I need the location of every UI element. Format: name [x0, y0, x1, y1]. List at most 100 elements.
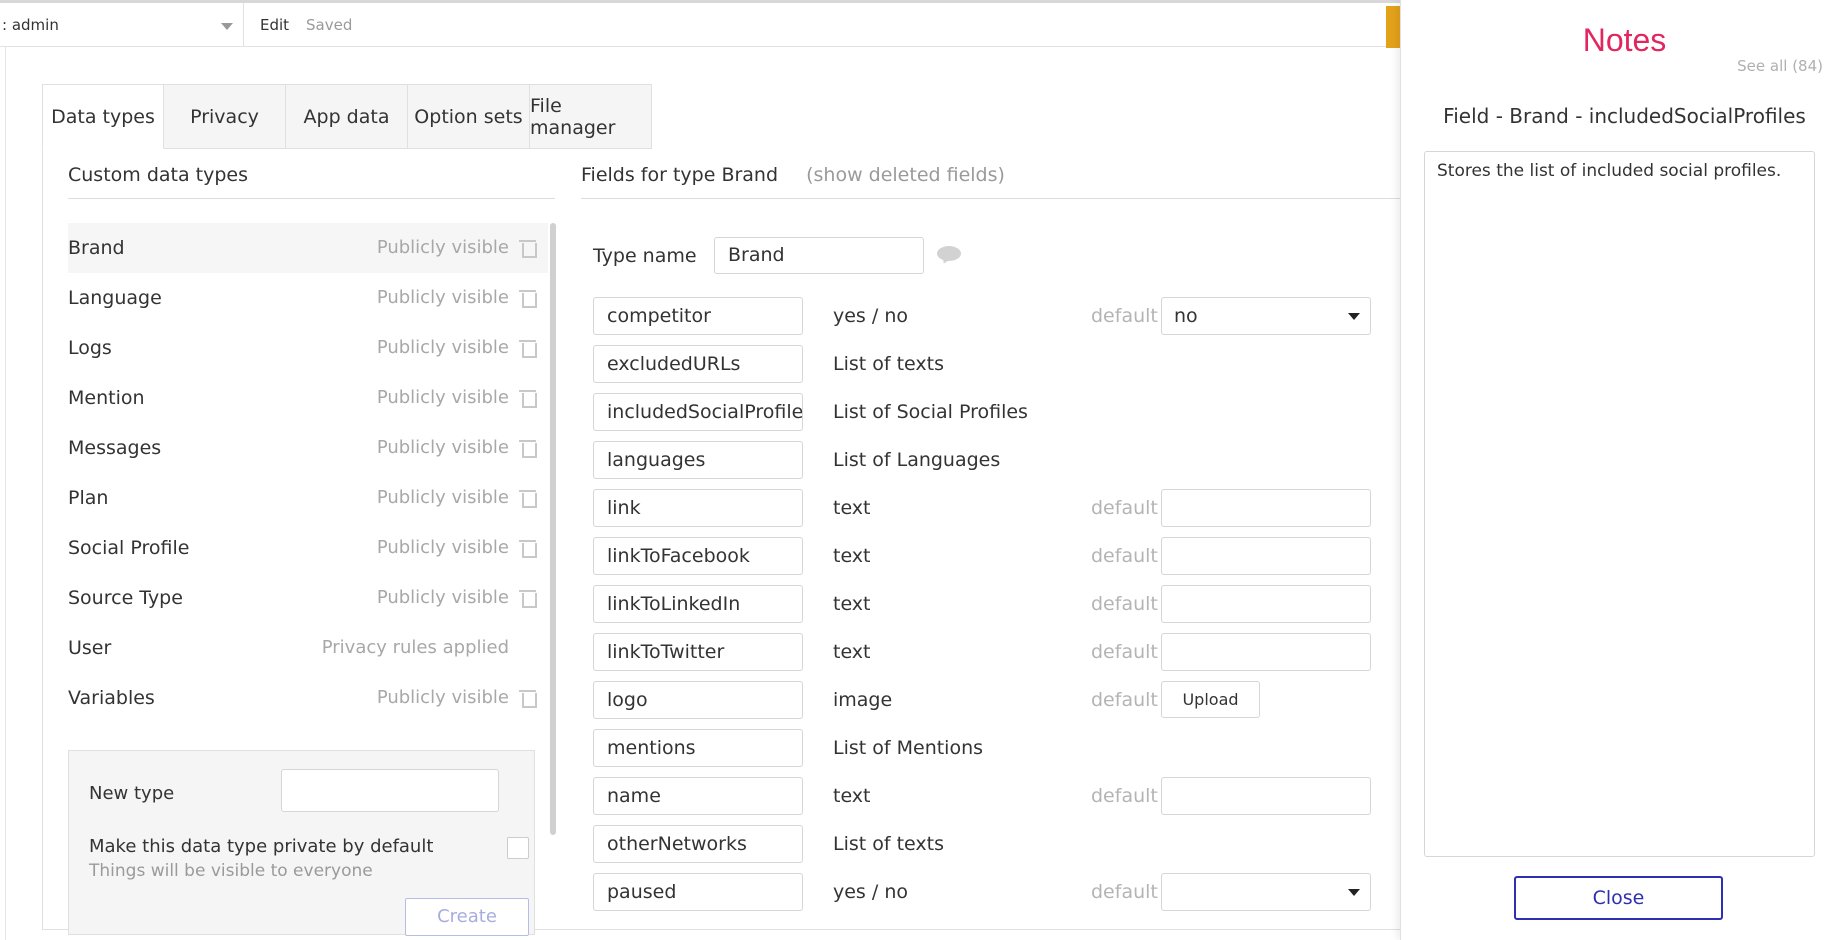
custom-type-row[interactable]: User Privacy rules applied: [68, 623, 548, 673]
fields-header: Fields for type Brand (show deleted fiel…: [581, 164, 1400, 199]
tab-option-sets[interactable]: Option sets: [408, 84, 530, 149]
trash-icon[interactable]: [519, 540, 537, 558]
fields-list: competitor yes / no default no excludedURLs L…: [593, 297, 1373, 930]
field-default-dropdown[interactable]: [1161, 873, 1371, 911]
top-bar: : admin Edit Saved: [0, 0, 1400, 48]
field-default-label: default: [1091, 305, 1158, 327]
field-default-label: default: [1091, 689, 1158, 711]
custom-type-row[interactable]: Variables Publicly visible: [68, 673, 548, 723]
app-page-selector[interactable]: : admin: [0, 3, 244, 47]
field-default-input[interactable]: [1161, 489, 1371, 527]
field-name-input[interactable]: linkToLinkedIn: [593, 585, 803, 623]
custom-type-visibility: Publicly visible: [376, 587, 509, 608]
new-type-label: New type: [89, 783, 175, 804]
field-default-label: default: [1091, 593, 1158, 615]
field-type-label: text: [833, 593, 871, 615]
field-row: linkToFacebook text default: [593, 537, 1373, 575]
new-type-input[interactable]: [281, 769, 499, 812]
field-row: name text default: [593, 777, 1373, 815]
custom-type-row[interactable]: Social Profile Publicly visible: [68, 523, 548, 573]
trash-icon[interactable]: [519, 240, 537, 258]
custom-type-row[interactable]: Mention Publicly visible: [68, 373, 548, 423]
issues-indicator[interactable]: [1386, 6, 1400, 48]
tab-file-manager[interactable]: File manager: [530, 84, 652, 149]
custom-type-name: Plan: [68, 487, 109, 509]
custom-type-name: Logs: [68, 337, 112, 359]
field-default-input[interactable]: [1161, 537, 1371, 575]
field-row: paused yes / no default: [593, 873, 1373, 911]
notes-textarea[interactable]: Stores the list of included social profi…: [1424, 151, 1815, 857]
field-name-input[interactable]: linkToTwitter: [593, 633, 803, 671]
close-notes-button[interactable]: Close: [1514, 876, 1723, 920]
field-default-input[interactable]: [1161, 633, 1371, 671]
see-all-notes-link[interactable]: See all (84): [1737, 57, 1823, 75]
field-type-label: yes / no: [833, 305, 908, 327]
tab-app-data[interactable]: App data: [286, 84, 408, 149]
field-name-input[interactable]: includedSocialProfiles: [593, 393, 803, 431]
custom-type-name: Social Profile: [68, 537, 190, 559]
field-name-input[interactable]: competitor: [593, 297, 803, 335]
custom-type-row[interactable]: Logs Publicly visible: [68, 323, 548, 373]
field-default-value: no: [1174, 305, 1198, 327]
save-status: Saved: [306, 16, 353, 34]
type-name-input[interactable]: Brand: [714, 237, 924, 274]
custom-type-name: Brand: [68, 237, 125, 259]
custom-types-header-label: Custom data types: [68, 164, 249, 186]
field-name-input[interactable]: logo: [593, 681, 803, 719]
trash-icon[interactable]: [519, 590, 537, 608]
custom-type-visibility: Privacy rules applied: [321, 637, 509, 658]
custom-type-row[interactable]: Language Publicly visible: [68, 273, 548, 323]
field-type-label: List of texts: [833, 353, 945, 375]
field-type-label: text: [833, 785, 871, 807]
trash-icon[interactable]: [519, 390, 537, 408]
field-name-input[interactable]: paused: [593, 873, 803, 911]
trash-icon[interactable]: [519, 690, 537, 708]
custom-type-visibility: Publicly visible: [376, 437, 509, 458]
custom-type-row[interactable]: Brand Publicly visible: [68, 223, 548, 273]
field-row: otherNetworks List of texts: [593, 825, 1373, 863]
custom-type-visibility: Publicly visible: [376, 337, 509, 358]
trash-icon[interactable]: [519, 440, 537, 458]
custom-type-row[interactable]: Source Type Publicly visible: [68, 573, 548, 623]
custom-type-name: Source Type: [68, 587, 183, 609]
notes-field-title: Field - Brand - includedSocialProfiles: [1443, 104, 1806, 128]
custom-type-visibility: Publicly visible: [376, 237, 509, 258]
field-name-input[interactable]: languages: [593, 441, 803, 479]
field-row: includedSocialProfiles List of Social Pro…: [593, 393, 1373, 431]
custom-type-visibility: Publicly visible: [376, 387, 509, 408]
trash-icon[interactable]: [519, 490, 537, 508]
field-name-input[interactable]: name: [593, 777, 803, 815]
field-name-input[interactable]: otherNetworks: [593, 825, 803, 863]
field-name-input[interactable]: excludedURLs: [593, 345, 803, 383]
types-scrollbar[interactable]: [550, 223, 556, 835]
field-default-label: default: [1091, 641, 1158, 663]
create-type-button[interactable]: Create: [405, 898, 529, 936]
trash-icon[interactable]: [519, 340, 537, 358]
field-name-input[interactable]: mentions: [593, 729, 803, 767]
notes-panel: Notes See all (84) Field - Brand - inclu…: [1400, 0, 1847, 940]
field-name-input[interactable]: linkToFacebook: [593, 537, 803, 575]
field-default-input[interactable]: [1161, 777, 1371, 815]
field-default-label: default: [1091, 497, 1158, 519]
private-default-checkbox[interactable]: [507, 837, 529, 859]
custom-types-header: Custom data types: [68, 164, 555, 199]
tab-data-types[interactable]: Data types: [42, 84, 164, 149]
custom-type-row[interactable]: Plan Publicly visible: [68, 473, 548, 523]
field-type-label: List of Mentions: [833, 737, 984, 759]
show-deleted-fields-link[interactable]: (show deleted fields): [806, 164, 1005, 186]
edit-mode-label[interactable]: Edit: [260, 3, 289, 47]
notes-title: Notes: [1582, 22, 1667, 58]
field-row: linkToTwitter text default: [593, 633, 1373, 671]
field-name-input[interactable]: link: [593, 489, 803, 527]
field-default-input[interactable]: [1161, 585, 1371, 623]
upload-button[interactable]: Upload: [1161, 681, 1260, 718]
field-default-dropdown[interactable]: no: [1161, 297, 1371, 335]
custom-type-row[interactable]: Messages Publicly visible: [68, 423, 548, 473]
field-type-label: text: [833, 641, 871, 663]
fields-header-label: Fields for type Brand: [581, 164, 779, 186]
trash-icon[interactable]: [519, 290, 537, 308]
tab-privacy[interactable]: Privacy: [164, 84, 286, 149]
comment-icon[interactable]: [937, 246, 961, 264]
left-toolbar-strip: [0, 47, 6, 940]
type-name-label: Type name: [593, 245, 697, 267]
